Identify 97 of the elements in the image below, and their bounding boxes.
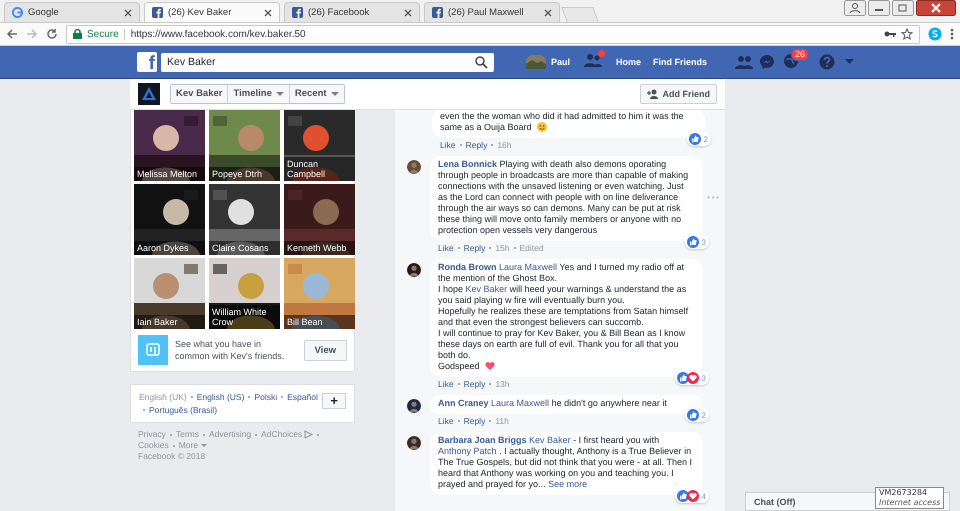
nav-link[interactable]: Home bbox=[610, 57, 648, 67]
language-link[interactable]: Português (Brasil) bbox=[149, 404, 218, 416]
view-button[interactable]: View bbox=[304, 340, 347, 360]
restore-icon[interactable] bbox=[892, 0, 914, 16]
help-icon[interactable] bbox=[819, 54, 836, 70]
facebook-icon bbox=[432, 7, 443, 18]
mutual-friends-prompt: See what you have in common with Kev's friends. bbox=[175, 338, 286, 362]
author-link[interactable]: Barbara Joan Briggs bbox=[438, 435, 527, 445]
menu-icon[interactable] bbox=[950, 28, 954, 40]
friend-name[interactable]: Iain Baker bbox=[134, 315, 205, 329]
comment-text: Ronda Brown Laura Maxwell Yes and I turned my radio off at the mention of the Ghost Box. bbox=[438, 262, 685, 284]
mention-link[interactable]: Kev Baker bbox=[529, 435, 571, 445]
comment-text: even the the woman who did it had admitted to him it was the same as a Ouija Board bbox=[440, 111, 685, 133]
comment-text: Hopefully he realizes these are temptations from Satan himself and that even the strongest believers can succomb. bbox=[438, 306, 690, 328]
language-link[interactable]: Español bbox=[287, 391, 318, 403]
reaction-count: 3 bbox=[702, 372, 706, 384]
comment-action-link[interactable]: Reply bbox=[464, 243, 486, 253]
adchoices-icon[interactable] bbox=[304, 430, 314, 439]
search-icon[interactable] bbox=[475, 56, 488, 68]
lock-icon bbox=[73, 29, 82, 39]
friend-name[interactable]: Melissa Melton bbox=[134, 167, 205, 181]
tooltip-subtitle: Internet access bbox=[879, 498, 940, 508]
security-label: Secure bbox=[87, 28, 119, 40]
caret-icon bbox=[330, 92, 339, 96]
language-link[interactable]: English (US) bbox=[196, 391, 244, 403]
mention-link[interactable]: Laura Maxwell bbox=[491, 398, 550, 408]
facebook-icon bbox=[152, 7, 163, 18]
author-link[interactable]: Ann Craney bbox=[438, 398, 489, 408]
add-person-icon bbox=[646, 89, 658, 99]
profile-name-tab[interactable]: Kev Baker bbox=[171, 85, 228, 103]
browser-tab[interactable]: (26) Kev Baker bbox=[144, 2, 280, 22]
friend-name[interactable]: Bill Bean bbox=[284, 315, 355, 329]
caret-icon bbox=[201, 444, 208, 447]
comment-text: I hope Kev Baker will heed your warnings & understand the as you said playing w fire will eventually burn you. bbox=[438, 284, 688, 306]
copyright-text: Facebook © 2018 bbox=[138, 451, 206, 462]
friend-name[interactable]: Kenneth Webb bbox=[284, 241, 355, 255]
messenger-icon[interactable] bbox=[759, 54, 776, 70]
heart-icon bbox=[485, 361, 496, 371]
reaction-count: 2 bbox=[704, 134, 708, 144]
author-link[interactable]: Ronda Brown bbox=[438, 262, 496, 272]
comment-action-link[interactable]: Reply bbox=[466, 140, 488, 150]
notification-badge: 26 bbox=[791, 48, 810, 60]
comment-action-link[interactable]: Like bbox=[438, 243, 454, 253]
url-text: https://www.facebook.com/kev.baker.50 bbox=[124, 28, 306, 40]
user-icon[interactable] bbox=[844, 0, 866, 16]
see-more-link[interactable]: See more bbox=[548, 479, 588, 489]
back-icon[interactable] bbox=[6, 28, 18, 40]
browser-tab[interactable]: (26) Facebook bbox=[284, 2, 420, 22]
search-field[interactable]: Kev Baker bbox=[161, 52, 494, 72]
browser-tab[interactable]: Google bbox=[4, 2, 140, 22]
smiley-icon bbox=[537, 122, 548, 132]
friend-name[interactable]: William White Crow bbox=[209, 305, 280, 329]
comment-action-link[interactable]: Reply bbox=[464, 379, 486, 389]
key-icon[interactable] bbox=[884, 30, 896, 38]
friend-name[interactable]: Duncan Campbell bbox=[284, 157, 355, 181]
caret-icon[interactable] bbox=[845, 59, 854, 65]
close-icon[interactable] bbox=[124, 8, 132, 16]
author-link[interactable]: Lena Bonnick bbox=[438, 159, 498, 169]
friends-icon[interactable] bbox=[735, 54, 754, 70]
comment-action-link[interactable]: Like bbox=[438, 379, 454, 389]
language-link[interactable]: Polski bbox=[254, 391, 278, 403]
comment-text: I will continue to pray for Kev Baker, you & Bill Bean as I know these days on earth are full of evil. Thank you for all that you both do. bbox=[438, 328, 686, 361]
comment-text: Barbara Joan Briggs Kev Baker - I first heard you with Anthony Patch . I actually thought, Anthony is a True Believer in The True Gospels, but did not think that you were - at all. Then I heard that Anthony was working on you and teaching you. I prayed and prayed for yo... See more bbox=[438, 435, 693, 490]
star-icon[interactable] bbox=[901, 28, 913, 40]
add-friend-button[interactable]: Add Friend bbox=[640, 84, 717, 104]
mention-link[interactable]: Laura Maxwell bbox=[499, 262, 558, 272]
facebook-icon bbox=[292, 7, 303, 18]
reaction-count: 2 bbox=[702, 410, 706, 420]
mention-link[interactable]: Kev Baker bbox=[466, 284, 508, 294]
close-icon[interactable] bbox=[916, 0, 956, 16]
mutual-friends-icon bbox=[138, 335, 168, 365]
caret-icon bbox=[276, 92, 284, 96]
close-icon[interactable] bbox=[404, 8, 412, 16]
reaction-count: 3 bbox=[702, 236, 706, 248]
comment-text: Godspeed bbox=[438, 361, 694, 372]
comment-action-link[interactable]: Like bbox=[438, 416, 454, 426]
comment-action-link[interactable]: Reply bbox=[464, 416, 486, 426]
friend-name[interactable]: Aaron Dykes bbox=[134, 241, 205, 255]
comment-action-link[interactable]: Like bbox=[440, 140, 456, 150]
comment-text: Lena Bonnick Playing with death also demons oporating through people in broadcasts are more than capable of making connections with the unsaved listening or even watching. Just as the Lord can connect with people with on line deliverance through the air ways so can demons. Many can be put at risk these thing will move onto family members or anyone with no protection open vessels very dangerous bbox=[438, 159, 690, 236]
friend-name[interactable]: Popeye Dtrh bbox=[209, 167, 280, 181]
comment-text: Ann Craney Laura Maxwell he didn't go anywhere near it bbox=[438, 398, 668, 409]
friend-requests-icon[interactable] bbox=[584, 53, 602, 68]
more-languages-button[interactable]: + bbox=[322, 393, 346, 409]
close-icon[interactable] bbox=[544, 8, 552, 16]
mention-link[interactable]: Anthony Patch bbox=[438, 446, 497, 456]
address-bar[interactable]: Secure https://www.facebook.com/kev.baker.50 bbox=[66, 24, 920, 44]
reload-icon[interactable] bbox=[46, 28, 58, 40]
google-icon bbox=[12, 7, 23, 18]
nav-link[interactable]: Find Friends bbox=[647, 57, 714, 67]
friend-name[interactable]: Claire Cosans bbox=[209, 241, 280, 255]
minimize-icon[interactable] bbox=[868, 0, 890, 16]
facebook-logo[interactable]: f bbox=[137, 52, 157, 72]
reaction-count: 4 bbox=[702, 490, 706, 502]
profile-link[interactable]: Paul bbox=[526, 55, 570, 69]
close-icon[interactable] bbox=[264, 8, 272, 16]
browser-tab[interactable]: (26) Paul Maxwell bbox=[424, 2, 560, 22]
